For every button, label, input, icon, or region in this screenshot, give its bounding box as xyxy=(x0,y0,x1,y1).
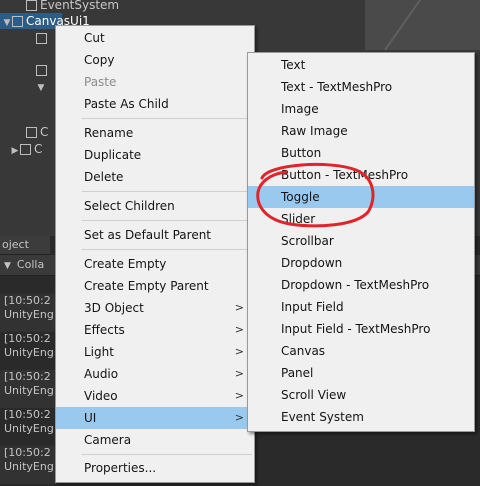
menu-item-label: Audio xyxy=(84,367,119,381)
log-source: UnityEng xyxy=(4,422,54,435)
log-source: UnityEng xyxy=(4,346,54,359)
hierarchy-item-label: C xyxy=(40,125,49,139)
submenu-item-input-field[interactable]: Input Field xyxy=(248,296,474,318)
menu-item-light[interactable]: Light > xyxy=(56,341,254,363)
submenu-item-scrollbar[interactable]: Scrollbar xyxy=(248,230,474,252)
hierarchy-item-label: C xyxy=(34,142,43,156)
ui-submenu: Text Text - TextMeshPro Image Raw Image … xyxy=(247,52,475,432)
cube-icon xyxy=(36,33,47,44)
context-menu: Cut Copy Paste Paste As Child Rename Dup… xyxy=(55,25,255,483)
log-source: UnityEng xyxy=(4,384,54,397)
menu-item-properties[interactable]: Properties... xyxy=(56,457,254,479)
submenu-item-dropdown-tmp[interactable]: Dropdown - TextMeshPro xyxy=(248,274,474,296)
log-time: [10:50:2 xyxy=(4,408,51,421)
hierarchy-item-c2[interactable]: ▶ C xyxy=(0,141,43,159)
scene-view[interactable] xyxy=(365,0,480,50)
hierarchy-item-child[interactable] xyxy=(0,30,50,46)
menu-separator xyxy=(82,220,252,221)
log-entry[interactable]: [10:50:2 UnityEng xyxy=(0,370,60,408)
submenu-item-dropdown[interactable]: Dropdown xyxy=(248,252,474,274)
chevron-right-icon: > xyxy=(234,367,244,380)
log-entry[interactable]: [10:50:2 UnityEng xyxy=(0,408,60,446)
menu-item-create-empty-parent[interactable]: Create Empty Parent xyxy=(56,275,254,297)
menu-item-label: Light xyxy=(84,345,114,359)
hierarchy-item-child[interactable]: ▼ xyxy=(0,78,46,94)
menu-item-paste-as-child[interactable]: Paste As Child xyxy=(56,93,254,115)
menu-item-rename[interactable]: Rename xyxy=(56,122,254,144)
log-time: [10:50:2 xyxy=(4,446,51,459)
project-tab[interactable]: oject xyxy=(0,236,50,255)
menu-separator xyxy=(82,118,252,119)
menu-item-video[interactable]: Video > xyxy=(56,385,254,407)
submenu-item-toggle[interactable]: Toggle xyxy=(248,186,474,208)
submenu-item-image[interactable]: Image xyxy=(248,98,474,120)
menu-item-copy[interactable]: Copy xyxy=(56,49,254,71)
log-entry[interactable]: [10:50:2 UnityEng xyxy=(0,332,60,370)
menu-item-effects[interactable]: Effects > xyxy=(56,319,254,341)
chevron-down-icon: ▼ xyxy=(4,261,11,271)
log-time: [10:50:2 xyxy=(4,294,51,307)
log-source: UnityEng xyxy=(4,460,54,473)
submenu-item-raw-image[interactable]: Raw Image xyxy=(248,120,474,142)
submenu-item-button[interactable]: Button xyxy=(248,142,474,164)
collapse-dropdown[interactable]: ▼ Colla xyxy=(4,258,44,271)
submenu-item-canvas[interactable]: Canvas xyxy=(248,340,474,362)
menu-item-label: Effects xyxy=(84,323,125,337)
cube-icon xyxy=(20,144,31,155)
submenu-item-slider[interactable]: Slider xyxy=(248,208,474,230)
chevron-right-icon: > xyxy=(234,323,244,336)
chevron-right-icon: > xyxy=(234,301,244,314)
triangle-down-icon[interactable]: ▼ xyxy=(36,80,46,96)
menu-item-duplicate[interactable]: Duplicate xyxy=(56,144,254,166)
menu-item-paste: Paste xyxy=(84,75,117,89)
submenu-item-text-tmp[interactable]: Text - TextMeshPro xyxy=(248,76,474,98)
hierarchy-item-c1[interactable]: C xyxy=(0,124,48,140)
log-time: [10:50:2 xyxy=(4,370,51,383)
cube-icon xyxy=(12,16,23,27)
menu-separator xyxy=(82,249,252,250)
submenu-item-input-field-tmp[interactable]: Input Field - TextMeshPro xyxy=(248,318,474,340)
submenu-item-scroll-view[interactable]: Scroll View xyxy=(248,384,474,406)
cube-icon xyxy=(26,0,37,11)
menu-item-cut[interactable]: Cut xyxy=(56,27,254,49)
hierarchy-item-eventsystem[interactable]: EventSystem xyxy=(0,0,119,13)
hierarchy-item-canvasui1[interactable]: ▼ CanvasUi1 xyxy=(0,13,90,31)
triangle-right-icon[interactable]: ▶ xyxy=(10,143,20,159)
menu-item-label: Video xyxy=(84,389,118,403)
submenu-item-button-tmp[interactable]: Button - TextMeshPro xyxy=(248,164,474,186)
menu-separator xyxy=(82,191,252,192)
menu-separator xyxy=(82,454,252,455)
hierarchy-item-label: EventSystem xyxy=(40,0,120,12)
cube-icon xyxy=(26,127,37,138)
menu-item-select-children[interactable]: Select Children xyxy=(56,195,254,217)
cube-icon xyxy=(36,65,47,76)
menu-item-3d-object[interactable]: 3D Object > xyxy=(56,297,254,319)
log-source: UnityEng xyxy=(4,308,54,321)
menu-item-camera[interactable]: Camera xyxy=(56,429,254,451)
chevron-right-icon: > xyxy=(234,389,244,402)
log-entry[interactable]: [10:50:2 UnityEng xyxy=(0,446,60,484)
menu-item-audio[interactable]: Audio > xyxy=(56,363,254,385)
submenu-item-panel[interactable]: Panel xyxy=(248,362,474,384)
submenu-item-text[interactable]: Text xyxy=(248,54,474,76)
menu-item-label: 3D Object xyxy=(84,301,144,315)
menu-item-delete[interactable]: Delete xyxy=(56,166,254,188)
scene-grid-line xyxy=(382,0,430,50)
submenu-item-event-system[interactable]: Event System xyxy=(248,406,474,428)
chevron-right-icon: > xyxy=(234,345,244,358)
menu-item-set-default-parent[interactable]: Set as Default Parent xyxy=(56,224,254,246)
log-time: [10:50:2 xyxy=(4,332,51,345)
chevron-right-icon: > xyxy=(234,411,244,424)
menu-item-create-empty[interactable]: Create Empty xyxy=(56,253,254,275)
triangle-down-icon[interactable]: ▼ xyxy=(2,15,12,31)
log-entry[interactable]: [10:50:2 UnityEng xyxy=(0,294,60,332)
menu-item-label: UI xyxy=(84,411,97,425)
hierarchy-item-child[interactable] xyxy=(0,62,50,78)
collapse-label: Colla xyxy=(16,258,45,271)
menu-item-ui[interactable]: UI > xyxy=(56,407,254,429)
